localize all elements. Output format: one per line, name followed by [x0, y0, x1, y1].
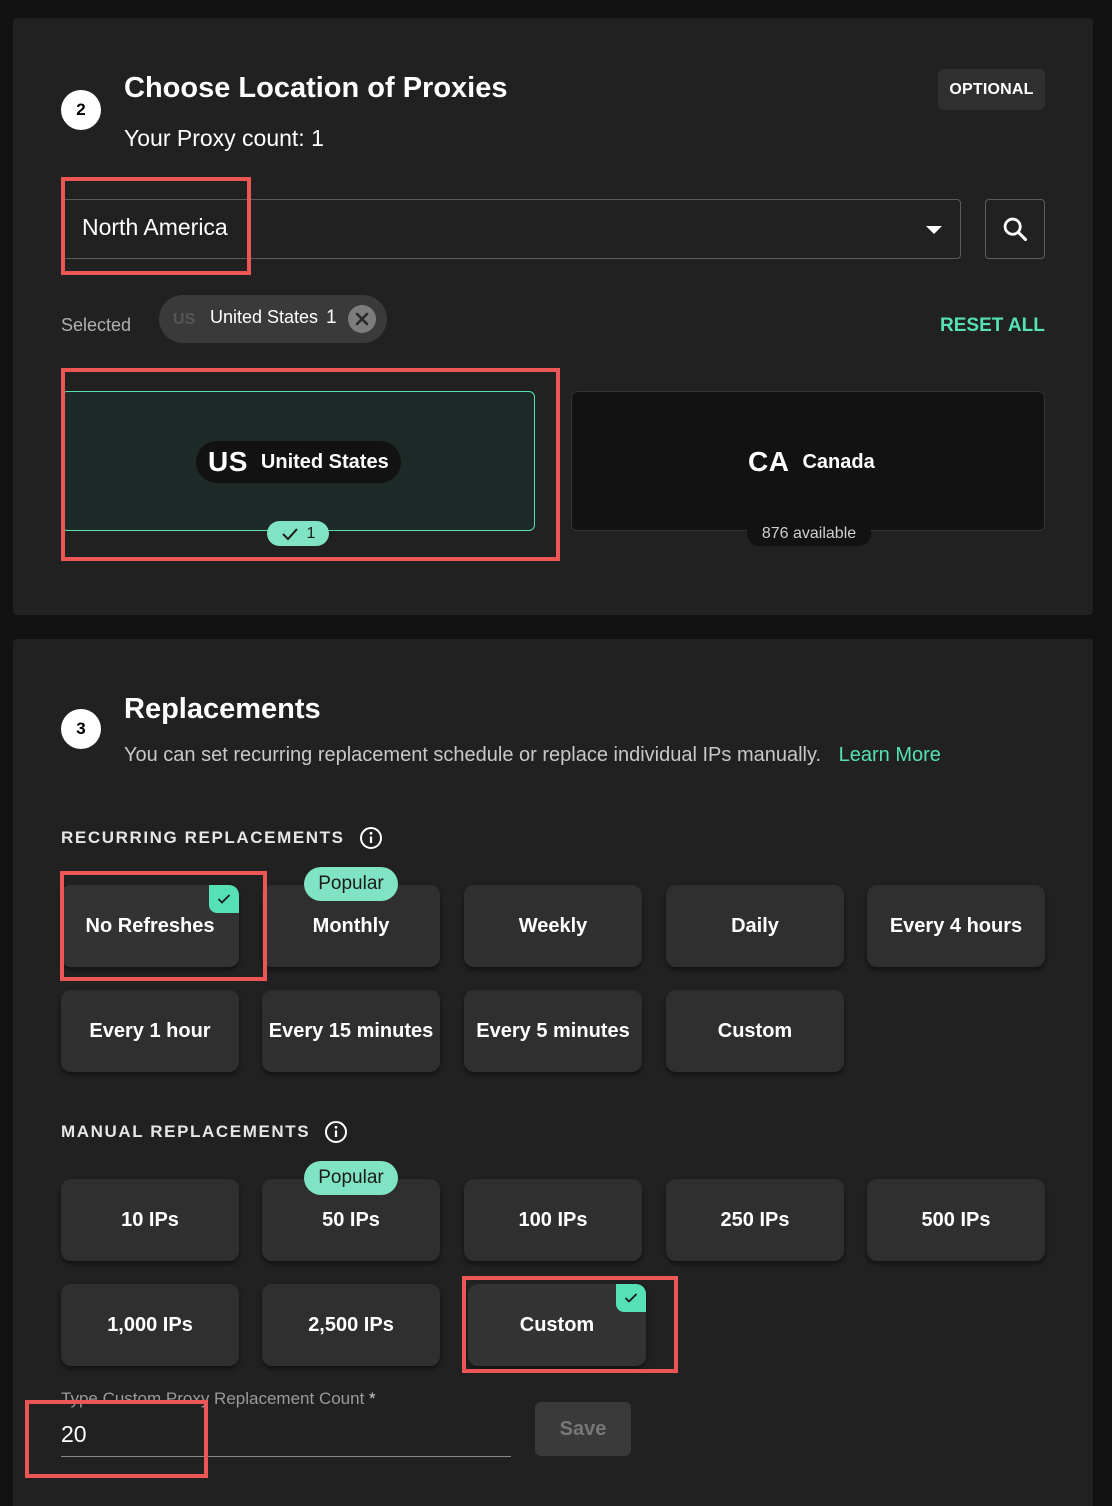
section-subtitle: You can set recurring replacement schedu…: [124, 744, 941, 767]
manual-option-250-ips[interactable]: 250 IPs: [666, 1179, 844, 1261]
option-label: Monthly: [312, 914, 390, 937]
save-button[interactable]: Save: [535, 1402, 631, 1456]
recurring-option-daily[interactable]: Daily: [666, 885, 844, 967]
subtitle-text: You can set recurring replacement schedu…: [124, 744, 822, 766]
manual-option-1000-ips[interactable]: 1,000 IPs: [61, 1284, 239, 1366]
section-title: Choose Location of Proxies: [124, 72, 508, 104]
custom-count-label-text: Type Custom Proxy Replacement Count: [61, 1389, 365, 1408]
option-label: 50 IPs: [322, 1208, 380, 1231]
manual-option-500-ips[interactable]: 500 IPs: [867, 1179, 1045, 1261]
option-label: 2,500 IPs: [308, 1313, 394, 1336]
option-label: 10 IPs: [121, 1208, 179, 1231]
recurring-label-text: RECURRING REPLACEMENTS: [61, 828, 345, 847]
country-pill: CA Canada: [736, 441, 886, 483]
country-selected-count: 1: [306, 524, 316, 542]
chip-count: 1: [326, 307, 337, 328]
option-label: 250 IPs: [720, 1208, 790, 1231]
close-icon: [355, 312, 369, 326]
option-label: Every 5 minutes: [476, 1019, 630, 1042]
step-number-badge: 3: [61, 709, 101, 749]
manual-option-custom[interactable]: Custom: [468, 1284, 646, 1366]
option-label: No Refreshes: [85, 914, 215, 937]
selected-label: Selected: [61, 315, 132, 335]
option-label: Weekly: [518, 914, 588, 937]
option-label: 1,000 IPs: [107, 1313, 193, 1336]
popular-tag: Popular: [304, 867, 398, 901]
manual-option-10-ips[interactable]: 10 IPs: [61, 1179, 239, 1261]
check-icon: [217, 894, 231, 904]
region-select-value: North America: [82, 214, 228, 240]
region-select[interactable]: North America: [61, 199, 961, 259]
info-icon[interactable]: [324, 1120, 348, 1144]
country-code: US: [208, 446, 248, 477]
required-mark: *: [369, 1389, 376, 1408]
replacements-section: 3 Replacements You can set recurring rep…: [13, 639, 1093, 1506]
selected-check-badge: [616, 1284, 646, 1312]
manual-label-text: MANUAL REPLACEMENTS: [61, 1122, 311, 1141]
search-icon: [1003, 217, 1028, 242]
country-name: United States: [260, 450, 389, 473]
check-icon: [624, 1293, 638, 1303]
selected-check-badge: [209, 885, 239, 913]
learn-more-link[interactable]: Learn More: [839, 744, 941, 766]
recurring-option-no-refreshes[interactable]: No Refreshes: [61, 885, 239, 967]
country-name: Canada: [802, 450, 875, 473]
proxy-count-text: Your Proxy count: 1: [124, 125, 324, 151]
manual-replacements-label: MANUAL REPLACEMENTS: [61, 1120, 348, 1144]
option-label: Custom: [717, 1019, 793, 1042]
selected-country-chip: US United States 1: [159, 295, 387, 343]
check-icon: [281, 527, 298, 540]
option-label: Every 4 hours: [889, 914, 1023, 937]
recurring-replacements-label: RECURRING REPLACEMENTS: [61, 826, 383, 850]
custom-count-label: Type Custom Proxy Replacement Count *: [61, 1389, 376, 1409]
recurring-option-every-1-hour[interactable]: Every 1 hour: [61, 990, 239, 1072]
country-code: CA: [748, 446, 790, 477]
recurring-option-every-4-hours[interactable]: Every 4 hours: [867, 885, 1045, 967]
option-label: Every 15 minutes: [268, 1019, 434, 1042]
manual-option-2500-ips[interactable]: 2,500 IPs: [262, 1284, 440, 1366]
chip-label: United States: [210, 307, 319, 327]
recurring-option-weekly[interactable]: Weekly: [464, 885, 642, 967]
chip-remove-button[interactable]: [348, 305, 376, 333]
recurring-option-every-15-minutes[interactable]: Every 15 minutes: [262, 990, 440, 1072]
popular-tag: Popular: [304, 1161, 398, 1195]
option-label: Custom: [519, 1313, 595, 1336]
recurring-option-custom[interactable]: Custom: [666, 990, 844, 1072]
search-button[interactable]: [985, 199, 1045, 259]
chip-flag: US: [173, 311, 196, 328]
country-card-us[interactable]: US United States 1: [61, 391, 535, 546]
country-selected-count-badge: 1: [267, 521, 329, 546]
option-label: 100 IPs: [518, 1208, 588, 1231]
dropdown-caret-icon: [926, 226, 942, 234]
custom-count-input[interactable]: [61, 1413, 511, 1457]
manual-option-100-ips[interactable]: 100 IPs: [464, 1179, 642, 1261]
country-pill: US United States: [196, 441, 401, 483]
country-card-ca[interactable]: CA Canada 876 available: [571, 391, 1045, 546]
info-icon[interactable]: [359, 826, 383, 850]
section-title: Replacements: [124, 693, 321, 725]
option-label: Daily: [731, 914, 779, 937]
option-label: 500 IPs: [921, 1208, 991, 1231]
location-section: 2 Choose Location of Proxies OPTIONAL Yo…: [13, 18, 1093, 615]
optional-badge: OPTIONAL: [938, 69, 1045, 110]
country-availability-badge: 876 available: [747, 521, 871, 546]
reset-all-button[interactable]: RESET ALL: [940, 315, 1045, 337]
option-label: Every 1 hour: [89, 1019, 211, 1042]
recurring-option-every-5-minutes[interactable]: Every 5 minutes: [464, 990, 642, 1072]
step-number-badge: 2: [61, 90, 101, 130]
